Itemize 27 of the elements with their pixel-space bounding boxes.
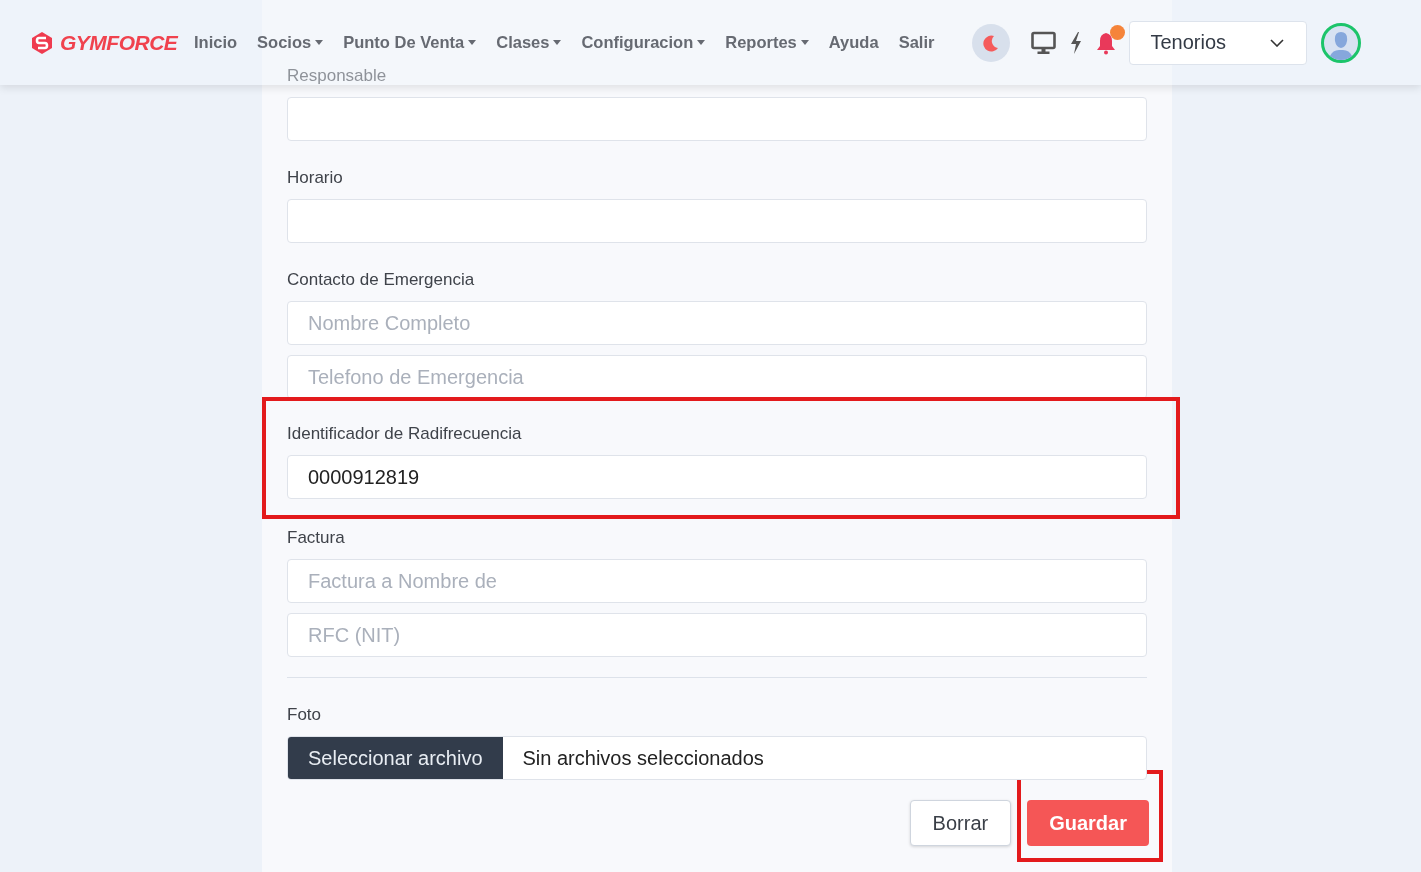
field-label: Identificador de Radifrecuencia [287, 423, 523, 445]
field-label: Horario [287, 167, 344, 189]
field-label: Contacto de Emergencia [287, 269, 476, 291]
file-input[interactable]: Seleccionar archivo Sin archivos seleccionados [287, 736, 1147, 780]
input-field[interactable]: Factura a Nombre de [287, 559, 1147, 603]
input-field[interactable] [287, 199, 1147, 243]
lightning-icon[interactable] [1069, 30, 1084, 55]
input-field[interactable]: Telefono de Emergencia [287, 355, 1147, 399]
field-label: Factura [287, 527, 346, 549]
nav-link[interactable]: Ayuda [828, 33, 879, 52]
input-field[interactable] [287, 97, 1147, 141]
field-label: Foto [287, 704, 323, 726]
save-button[interactable]: Guardar [1027, 800, 1149, 846]
nav-link[interactable]: Inicio [194, 33, 238, 52]
brand-name[interactable]: GYMFORCE [60, 30, 178, 55]
chevron-down-icon [1270, 38, 1285, 47]
input-field[interactable]: Nombre Completo [287, 301, 1147, 345]
nav-link[interactable]: Salir [898, 33, 935, 52]
input-field[interactable]: RFC (NIT) [287, 613, 1147, 657]
clear-button[interactable]: Borrar [909, 800, 1012, 846]
bell-icon[interactable] [1095, 30, 1118, 55]
input-field[interactable]: 0000912819 [287, 455, 1147, 499]
field-label: Responsable [287, 65, 388, 87]
branch-select[interactable]: Tenorios [1129, 20, 1308, 65]
monitor-icon[interactable] [1030, 30, 1058, 55]
logo-icon [30, 30, 54, 55]
avatar-icon[interactable] [1321, 22, 1362, 63]
